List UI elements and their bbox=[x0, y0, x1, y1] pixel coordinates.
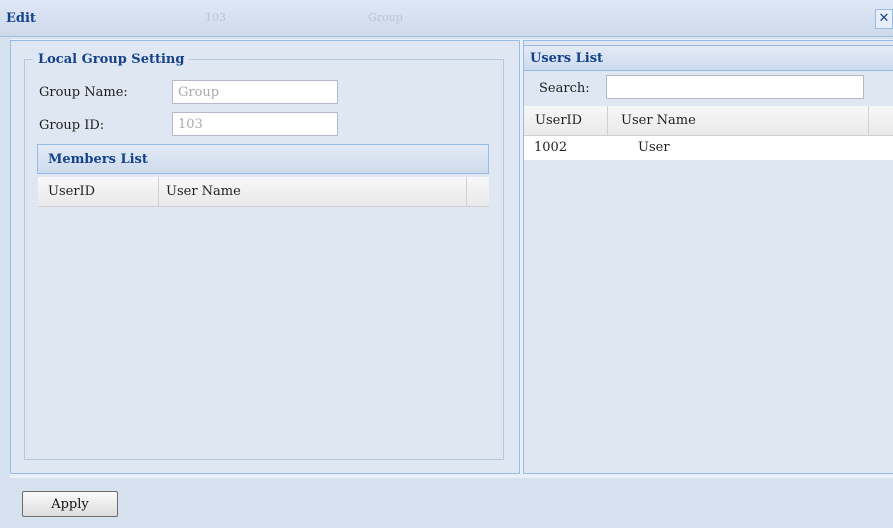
group-name-input[interactable] bbox=[172, 80, 338, 104]
users-column-username[interactable]: User Name bbox=[621, 113, 696, 128]
background-group-id: 103 bbox=[205, 11, 226, 24]
members-list-header: Members List bbox=[37, 144, 489, 174]
users-list-title: Users List bbox=[530, 51, 604, 66]
users-list-header: Users List bbox=[524, 45, 893, 71]
group-id-label: Group ID: bbox=[39, 118, 105, 133]
users-list-column-header: UserID User Name bbox=[524, 106, 893, 136]
search-label: Search: bbox=[539, 81, 590, 96]
apply-button[interactable]: Apply bbox=[22, 491, 118, 517]
column-separator[interactable] bbox=[607, 106, 608, 136]
column-separator[interactable] bbox=[158, 177, 159, 207]
close-icon[interactable]: ✕ bbox=[875, 9, 893, 29]
members-column-username[interactable]: User Name bbox=[166, 184, 241, 199]
column-separator[interactable] bbox=[868, 106, 869, 136]
users-table-row[interactable]: 1002 User bbox=[524, 136, 893, 160]
row-userid: 1002 bbox=[534, 140, 568, 155]
dialog-titlebar: Edit 103 Group ✕ bbox=[0, 0, 893, 37]
group-id-input[interactable] bbox=[172, 112, 338, 136]
search-input[interactable] bbox=[606, 75, 864, 99]
local-group-setting-legend: Local Group Setting bbox=[38, 52, 185, 67]
users-column-userid[interactable]: UserID bbox=[535, 113, 582, 128]
background-group-name: Group bbox=[368, 11, 403, 24]
column-separator[interactable] bbox=[466, 177, 467, 207]
members-list-title: Members List bbox=[48, 152, 148, 167]
group-name-label: Group Name: bbox=[39, 85, 128, 100]
members-list-column-header: UserID User Name bbox=[38, 177, 489, 207]
row-username: User bbox=[638, 140, 670, 155]
members-column-userid[interactable]: UserID bbox=[48, 184, 95, 199]
dialog-title: Edit bbox=[6, 11, 36, 26]
